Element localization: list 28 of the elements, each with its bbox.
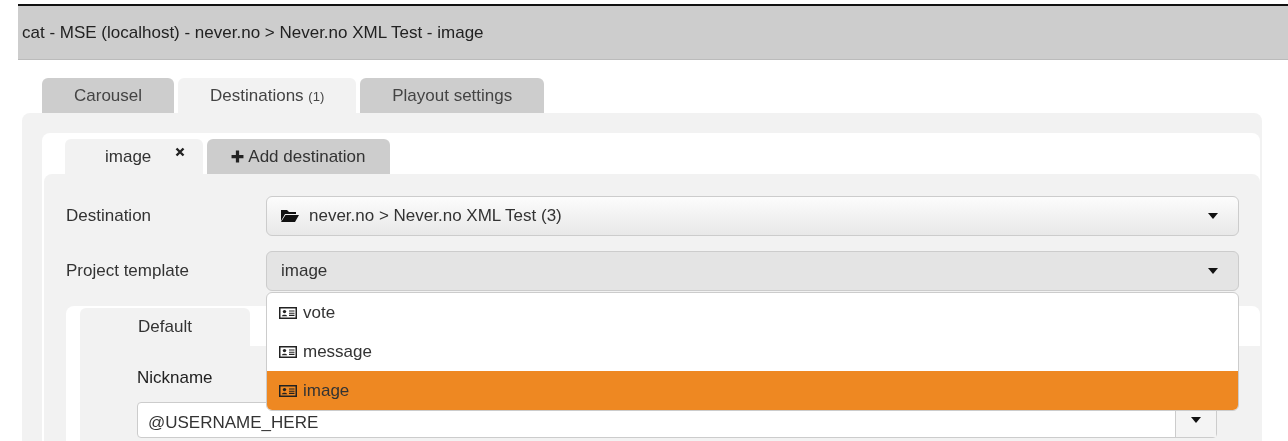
window-title: cat - MSE (localhost) - never.no > Never.no XML Test - image [22, 22, 484, 43]
caret-icon [1208, 213, 1218, 219]
option-label: image [303, 380, 350, 401]
select-field[interactable]: never.no > Never.no XML Test (3) [266, 196, 1239, 236]
option-label: vote [303, 302, 336, 323]
close-icon[interactable] [175, 146, 186, 157]
destination-tab[interactable]: image [65, 139, 204, 174]
id-card-icon [279, 384, 297, 397]
dropdown-option[interactable]: message [267, 332, 1238, 371]
dropdown-option[interactable]: image [267, 371, 1238, 410]
tab[interactable]: Playout settings [360, 78, 545, 113]
field-label: Destination [66, 206, 153, 226]
tab[interactable]: Destinations (1) [178, 78, 357, 113]
caret-icon [1208, 268, 1218, 274]
tab-label: image [105, 146, 152, 167]
id-card-icon [279, 345, 297, 358]
add-destination-tab[interactable]: Add destination [207, 139, 390, 174]
dropdown-option[interactable]: vote [267, 293, 1238, 332]
folder-icon [281, 209, 299, 223]
plus-icon [231, 150, 245, 163]
caret-icon [1191, 417, 1201, 423]
field-label: Nickname [137, 368, 214, 388]
option-label: message [303, 341, 372, 362]
id-card-icon [279, 306, 297, 319]
tab[interactable]: Default [80, 308, 250, 346]
field-label: Project template [66, 261, 190, 281]
select-field[interactable]: image [266, 251, 1239, 291]
tab[interactable]: Carousel [42, 78, 175, 113]
